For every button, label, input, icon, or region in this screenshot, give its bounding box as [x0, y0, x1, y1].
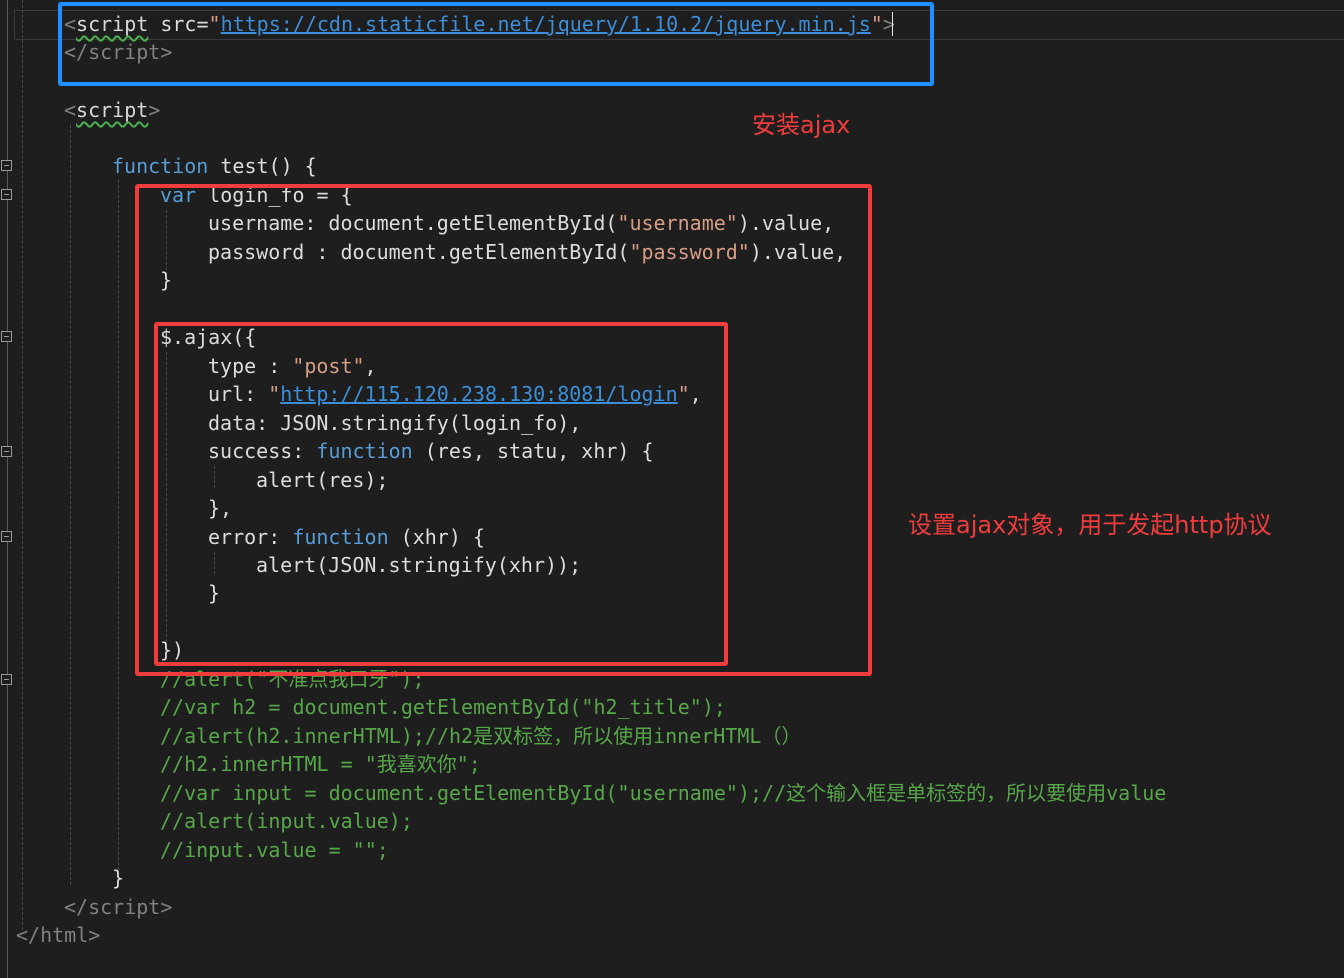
- comment-text: //alert(input.value);: [160, 809, 413, 833]
- tag-bracket: </: [64, 895, 89, 919]
- ajax-highlight-box: [154, 322, 728, 666]
- install-ajax-note: 安装ajax: [752, 111, 851, 139]
- fold-toggle-icon[interactable]: [1, 189, 12, 200]
- tag-bracket: >: [160, 895, 173, 919]
- indent-guide: [70, 125, 71, 885]
- code-comment: //alert(input.value);: [160, 808, 413, 834]
- code-comment: //var h2 = document.getElementById("h2_t…: [160, 694, 726, 720]
- tag-bracket: >: [88, 923, 101, 947]
- tag-name: html: [40, 923, 89, 947]
- keyword: function: [112, 154, 209, 178]
- code-comment: //var input = document.getElementById("u…: [160, 780, 1166, 806]
- brace: }: [112, 866, 125, 890]
- function-signature: test() {: [208, 154, 317, 178]
- code-line-function-close: }: [112, 865, 124, 891]
- tag-bracket: <: [64, 98, 77, 122]
- comment-text: //var input = document.getElementById("u…: [160, 781, 1167, 805]
- fold-toggle-icon[interactable]: [1, 446, 12, 457]
- code-comment: //alert(h2.innerHTML);//h2是双标签，所以使用inner…: [160, 723, 801, 749]
- code-line-html-end: </html>: [16, 922, 100, 948]
- comment-text: //alert(h2.innerHTML);//h2是双标签，所以使用inner…: [160, 724, 802, 748]
- comment-text: //h2.innerHTML = "我喜欢你";: [160, 752, 481, 776]
- set-ajax-note: 设置ajax对象，用于发起http协议: [908, 511, 1272, 539]
- code-line-script-end: </script>: [64, 894, 172, 920]
- tag-name: script: [88, 895, 161, 919]
- fold-toggle-icon[interactable]: [1, 331, 12, 342]
- gutter-line: [7, 0, 8, 978]
- indent-guide: [118, 180, 119, 870]
- tag-name: script: [76, 98, 149, 122]
- jquery-highlight-box: [58, 2, 934, 86]
- code-comment: //input.value = "";: [160, 837, 389, 863]
- code-line-function-test: function test() {: [112, 153, 317, 179]
- fold-toggle-icon[interactable]: [1, 674, 12, 685]
- indent-guide: [22, 0, 23, 930]
- fold-toggle-icon[interactable]: [1, 160, 12, 171]
- code-line-script-open: <script>: [64, 97, 160, 123]
- tag-bracket: >: [148, 98, 161, 122]
- comment-text: //input.value = "";: [160, 838, 389, 862]
- code-comment: //h2.innerHTML = "我喜欢你";: [160, 751, 481, 777]
- comment-text: //var h2 = document.getElementById("h2_t…: [160, 695, 726, 719]
- fold-toggle-icon[interactable]: [1, 531, 12, 542]
- tag-bracket: </: [16, 923, 41, 947]
